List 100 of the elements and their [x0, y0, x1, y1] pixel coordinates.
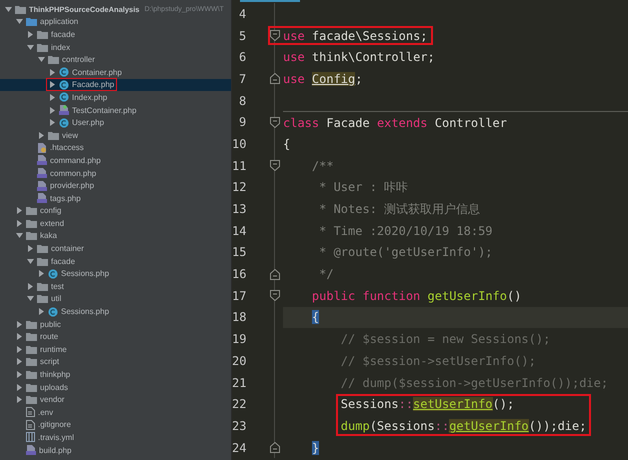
code-line: class Facade extends Controller — [283, 111, 628, 134]
expand-arrow-icon[interactable] — [49, 94, 56, 101]
tree-item[interactable]: route — [0, 330, 231, 344]
folder-icon — [48, 130, 59, 140]
collapse-arrow-icon[interactable] — [16, 232, 23, 240]
file-name: .travis.yml — [38, 432, 74, 442]
file-name: Container.php — [72, 68, 122, 77]
class-icon — [59, 118, 69, 128]
tree-item[interactable]: script — [0, 356, 231, 368]
fold-icon[interactable] — [270, 442, 280, 454]
collapse-arrow-icon[interactable] — [5, 6, 12, 13]
fold-icon[interactable] — [270, 290, 280, 302]
file-name: config — [40, 206, 62, 216]
tree-item[interactable]: application — [0, 16, 231, 28]
tree-item[interactable]: .env — [0, 406, 231, 419]
tree-item[interactable]: Sessions.php — [0, 267, 231, 280]
file-name: build.php — [39, 446, 72, 455]
class-icon — [59, 80, 69, 90]
tree-item[interactable]: Sessions.php — [0, 305, 231, 318]
tree-item[interactable]: facade — [0, 28, 231, 41]
expand-arrow-icon[interactable] — [27, 282, 34, 290]
tree-item[interactable]: index — [0, 40, 231, 54]
line-number: 5 — [238, 28, 248, 45]
file-name: tags.php — [50, 194, 81, 203]
tree-item[interactable]: container — [0, 242, 231, 255]
expand-arrow-icon[interactable] — [38, 308, 45, 316]
line-number: 6 — [238, 49, 248, 66]
expand-arrow-icon[interactable] — [49, 106, 56, 114]
file-name: controller — [62, 55, 95, 64]
class-icon — [48, 306, 58, 317]
tree-item[interactable]: TestContainer.php — [0, 104, 231, 116]
tree-item[interactable]: User.php — [0, 116, 231, 129]
line-number: 4 — [238, 6, 248, 23]
tree-item[interactable]: public — [0, 318, 231, 330]
tree-item[interactable]: runtime — [0, 343, 231, 356]
expand-arrow-icon[interactable] — [16, 358, 23, 366]
collapse-arrow-icon[interactable] — [27, 258, 34, 265]
fold-icon[interactable] — [270, 73, 280, 84]
expand-arrow-icon[interactable] — [38, 132, 45, 139]
tree-item[interactable]: common.php — [0, 166, 231, 180]
tree-item[interactable]: tags.php — [0, 192, 231, 204]
expand-arrow-icon[interactable] — [16, 220, 23, 227]
fold-icon[interactable] — [270, 116, 280, 128]
collapse-arrow-icon[interactable] — [27, 295, 34, 302]
line-number: 19 — [232, 331, 248, 348]
tree-item[interactable]: util — [0, 292, 231, 306]
tree-item[interactable]: config — [0, 204, 231, 218]
expand-arrow-icon[interactable] — [16, 333, 23, 340]
tree-item[interactable]: uploads — [0, 380, 231, 394]
tree-item[interactable]: kaka — [0, 230, 231, 242]
line-number: 18 — [232, 309, 248, 326]
expand-arrow-icon[interactable] — [16, 396, 23, 404]
file-name: .gitignore — [38, 420, 71, 430]
tab-indicator — [240, 0, 300, 2]
yml-file-icon — [26, 432, 35, 442]
expand-arrow-icon[interactable] — [27, 30, 34, 38]
code-line: use Config; — [283, 70, 364, 88]
line-number: 15 — [232, 244, 248, 262]
line-number: 17 — [232, 288, 248, 305]
expand-arrow-icon[interactable] — [16, 320, 23, 328]
expand-arrow-icon[interactable] — [38, 270, 45, 278]
expand-arrow-icon[interactable] — [16, 346, 23, 353]
tree-item[interactable]: extend — [0, 217, 231, 230]
expand-arrow-icon[interactable] — [49, 81, 56, 88]
expand-arrow-icon[interactable] — [49, 68, 56, 76]
tree-item[interactable]: build.php — [0, 444, 231, 456]
expand-arrow-icon[interactable] — [16, 384, 23, 391]
tree-item[interactable]: Container.php — [0, 66, 231, 79]
tree-item[interactable]: provider.php — [0, 179, 231, 192]
tree-item[interactable]: vendor — [0, 393, 231, 406]
line-number: 8 — [238, 92, 248, 110]
config-file-icon — [37, 142, 47, 153]
collapse-arrow-icon[interactable] — [16, 18, 23, 26]
tree-item[interactable]: thinkphp — [0, 368, 231, 381]
folder-icon — [37, 282, 48, 291]
tree-item[interactable]: facade — [0, 254, 231, 268]
code-line: * User : 咔咔 — [318, 178, 410, 196]
tree-item[interactable]: Index.php — [0, 91, 231, 104]
tree-item[interactable]: test — [0, 280, 231, 293]
tree-item[interactable]: .htaccess — [0, 142, 231, 154]
code-line: /** — [310, 158, 335, 175]
expand-arrow-icon[interactable] — [16, 371, 23, 378]
tree-item[interactable]: Facade.php — [0, 78, 231, 92]
expand-arrow-icon[interactable] — [27, 245, 34, 252]
fold-icon[interactable] — [270, 268, 280, 280]
tree-item[interactable]: .travis.yml — [0, 431, 231, 444]
file-name: Sessions.php — [61, 307, 110, 316]
tree-item[interactable]: controller — [0, 53, 231, 66]
tree-item[interactable]: view — [0, 128, 231, 142]
tree-item[interactable]: .gitignore — [0, 418, 231, 432]
collapse-arrow-icon[interactable] — [38, 56, 45, 64]
fold-icon[interactable] — [270, 30, 280, 42]
file-name: index — [51, 42, 70, 52]
fold-icon[interactable] — [270, 160, 280, 172]
expand-arrow-icon[interactable] — [16, 207, 23, 214]
folder-icon — [26, 344, 37, 354]
collapse-arrow-icon[interactable] — [27, 44, 34, 51]
expand-arrow-icon[interactable] — [49, 119, 56, 126]
tree-item[interactable]: command.php — [0, 154, 231, 167]
code-line: */ — [318, 266, 335, 284]
